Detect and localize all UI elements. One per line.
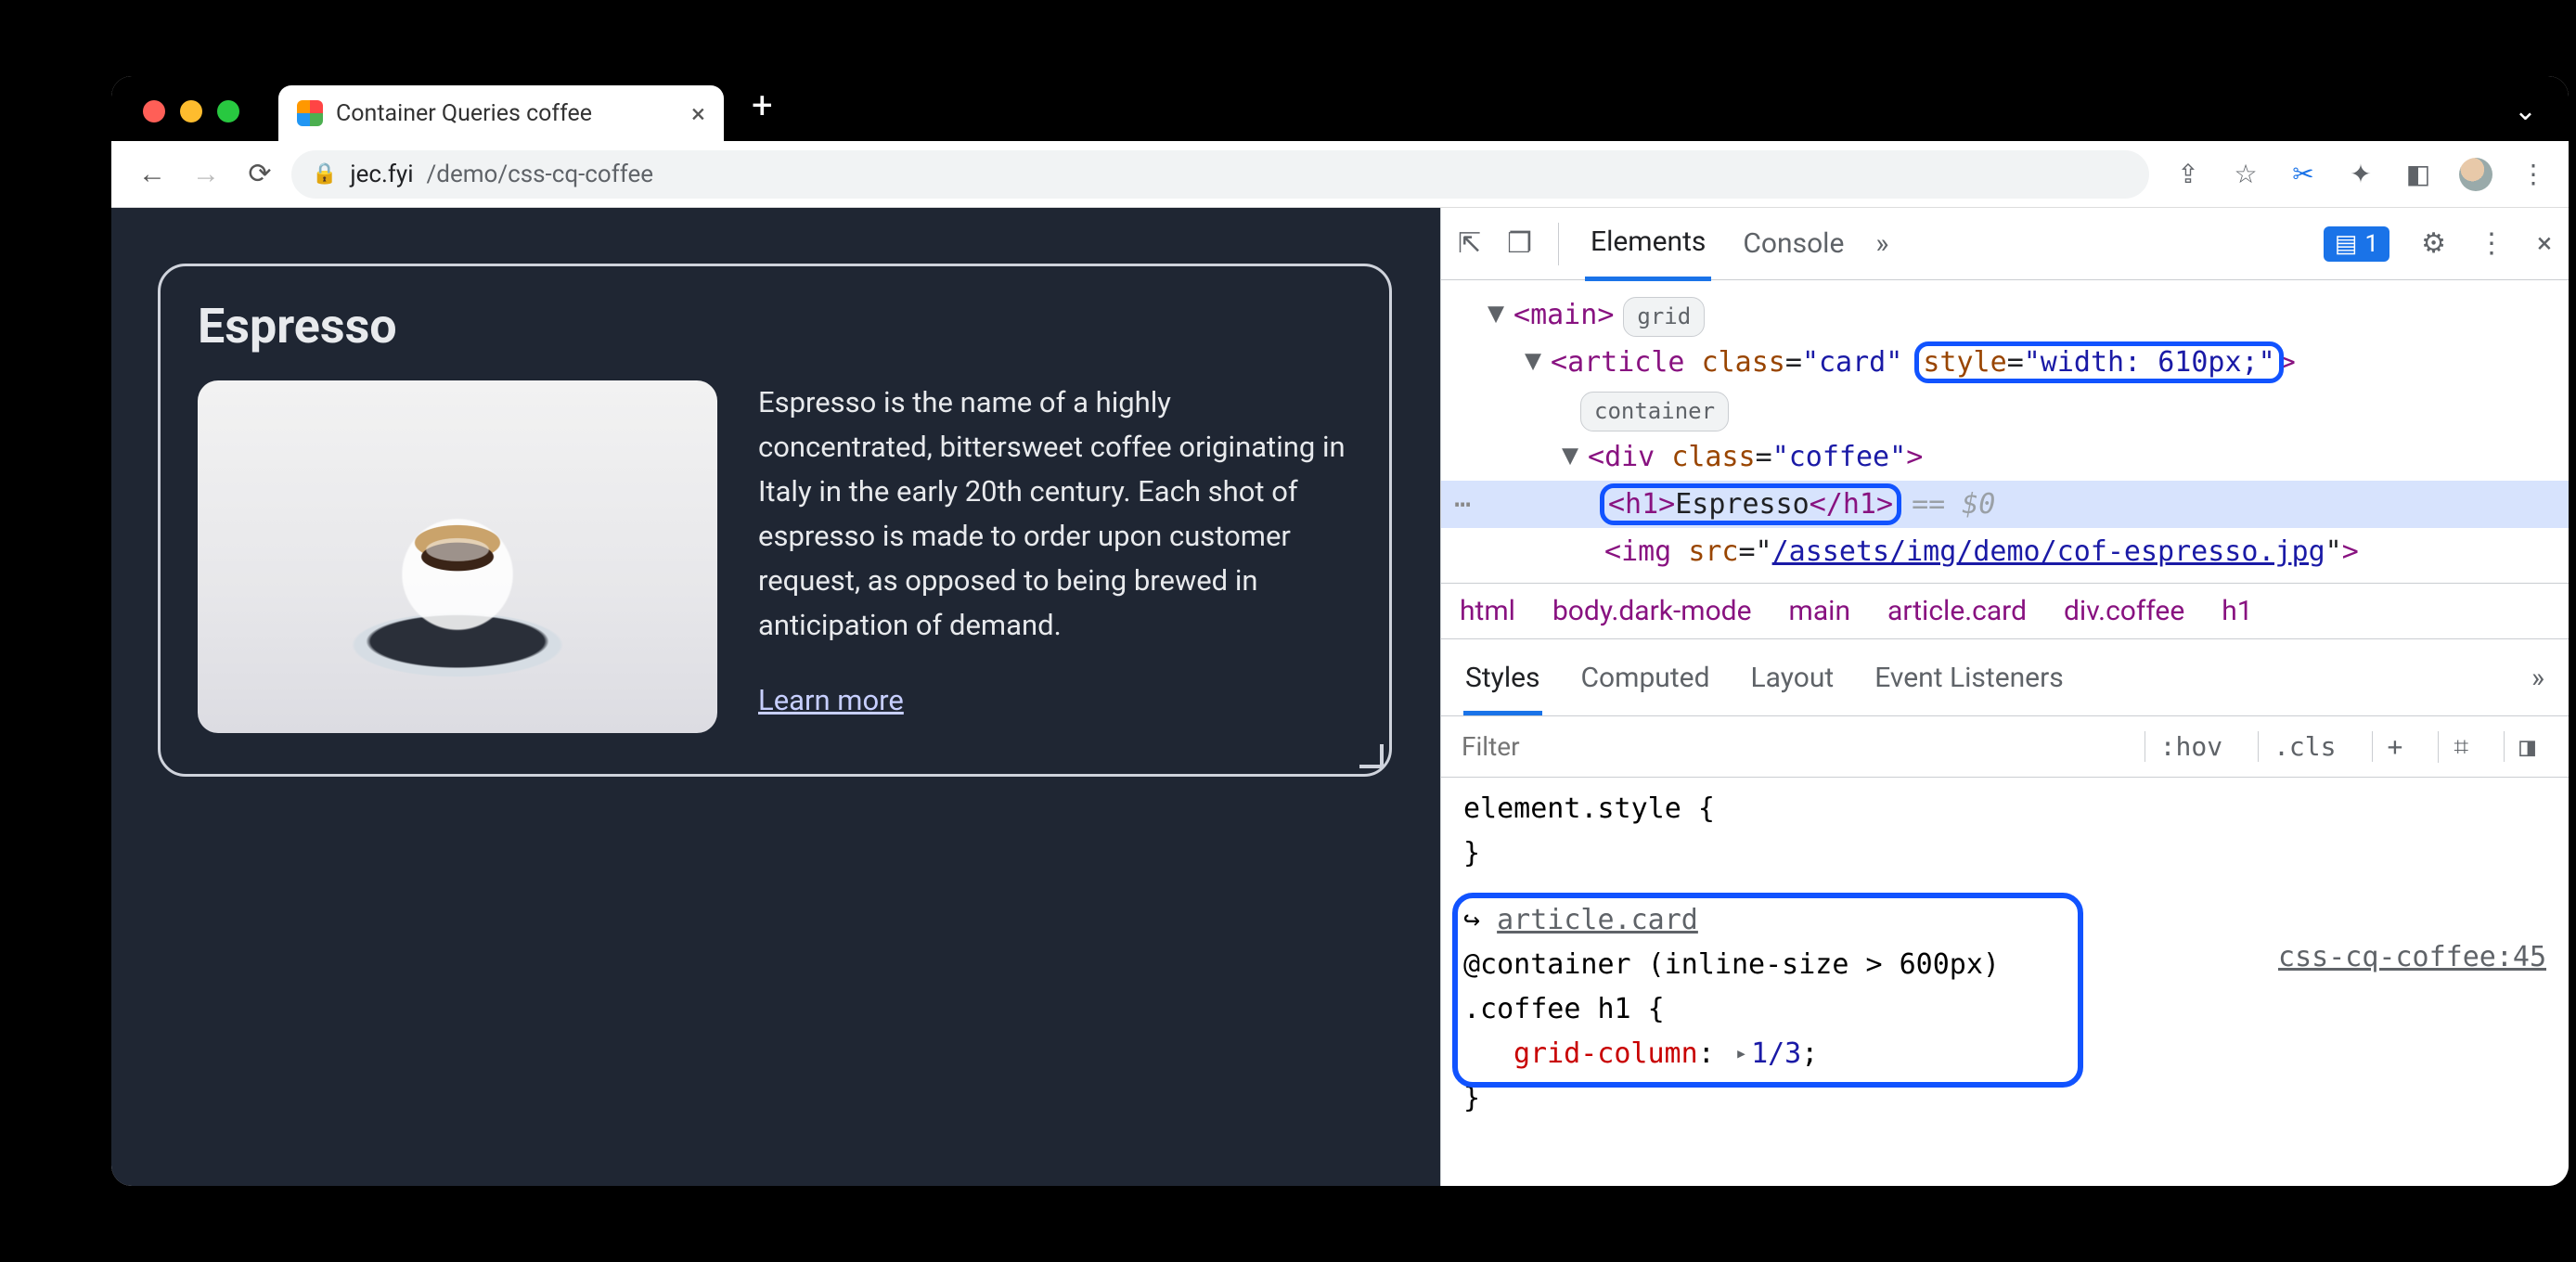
computed-toggle-icon[interactable]: ◨ bbox=[2504, 731, 2550, 762]
forward-button[interactable]: → bbox=[184, 152, 228, 197]
crumb[interactable]: div.coffee bbox=[2064, 595, 2184, 627]
devtools-panel: ⇱ ❐ Elements Console » ▤ 1 ⚙ ⋮ × bbox=[1440, 208, 2569, 1186]
issues-count: 1 bbox=[2364, 230, 2378, 258]
styles-filter-row: :hov .cls + ⌗ ◨ bbox=[1441, 716, 2569, 778]
subtab-computed[interactable]: Computed bbox=[1579, 652, 1712, 715]
crumb[interactable]: html bbox=[1460, 595, 1515, 627]
chat-icon: ▤ bbox=[2335, 230, 2358, 258]
tab-console[interactable]: Console bbox=[1737, 209, 1849, 278]
subtab-styles[interactable]: Styles bbox=[1463, 652, 1542, 715]
crumb[interactable]: article.card bbox=[1887, 595, 2027, 627]
dom-tree[interactable]: ▼<main>grid ▼<article class="card" style… bbox=[1441, 280, 2569, 583]
source-link[interactable]: css-cq-coffee:45 bbox=[2278, 935, 2546, 980]
img-src-link[interactable]: /assets/img/demo/cof-espresso.jpg bbox=[1772, 535, 2325, 568]
subtabs-overflow-icon[interactable]: » bbox=[2530, 652, 2546, 715]
styles-filter-input[interactable] bbox=[1441, 731, 2126, 762]
resize-handle-icon[interactable] bbox=[1359, 744, 1384, 768]
url-path: /demo/css-cq-coffee bbox=[427, 161, 654, 188]
coffee-image bbox=[198, 380, 717, 733]
container-origin-link[interactable]: article.card bbox=[1497, 904, 1698, 936]
page-viewport: Espresso Espresso is the name of a highl… bbox=[111, 208, 1440, 1186]
learn-more-link[interactable]: Learn more bbox=[758, 683, 1346, 717]
new-tab-button[interactable]: + bbox=[752, 87, 773, 130]
bookmark-icon[interactable]: ☆ bbox=[2229, 158, 2262, 191]
tabs-overflow-icon[interactable]: » bbox=[1875, 227, 1888, 260]
close-devtools-button[interactable]: × bbox=[2537, 227, 2552, 260]
cls-toggle[interactable]: .cls bbox=[2258, 731, 2351, 762]
styles-subtabs: Styles Computed Layout Event Listeners » bbox=[1441, 639, 2569, 716]
inspect-icon[interactable]: ⇱ bbox=[1458, 227, 1481, 260]
gear-icon[interactable]: ⚙ bbox=[2421, 227, 2446, 260]
scissors-icon[interactable]: ✂ bbox=[2286, 158, 2320, 191]
toolbar-actions: ⇪ ☆ ✂ ✦ ◧ ⋮ bbox=[2158, 158, 2550, 191]
back-button[interactable]: ← bbox=[130, 152, 174, 197]
menu-icon[interactable]: ⋮ bbox=[2517, 158, 2550, 191]
styles-pane[interactable]: element.style { } ↪ article.card @contai… bbox=[1441, 778, 2569, 1130]
close-window-button[interactable] bbox=[143, 100, 165, 122]
minimize-window-button[interactable] bbox=[180, 100, 202, 122]
tab-title: Container Queries coffee bbox=[336, 100, 592, 127]
devtools-tabs: ⇱ ❐ Elements Console » ▤ 1 ⚙ ⋮ × bbox=[1441, 208, 2569, 280]
lock-icon: 🔒 bbox=[312, 162, 337, 186]
browser-toolbar: ← → ⟳ 🔒 jec.fyi/demo/css-cq-coffee ⇪ ☆ ✂… bbox=[111, 141, 2569, 208]
device-toolbar-icon[interactable]: ❐ bbox=[1507, 227, 1532, 260]
hov-toggle[interactable]: :hov bbox=[2145, 731, 2237, 762]
share-icon[interactable]: ⇪ bbox=[2171, 158, 2205, 191]
tab-overflow-button[interactable]: ⌄ bbox=[2514, 95, 2537, 127]
address-bar[interactable]: 🔒 jec.fyi/demo/css-cq-coffee bbox=[291, 150, 2149, 199]
rule-element-style[interactable]: element.style { } bbox=[1463, 787, 2546, 876]
tab-elements[interactable]: Elements bbox=[1585, 207, 1711, 281]
subtab-layout[interactable]: Layout bbox=[1749, 652, 1836, 715]
dom-breadcrumbs[interactable]: html body.dark-mode main article.card di… bbox=[1441, 583, 2569, 639]
card-description: Espresso is the name of a highly concent… bbox=[758, 380, 1346, 648]
sidepanel-icon[interactable]: ◧ bbox=[2402, 158, 2435, 191]
close-tab-button[interactable]: × bbox=[691, 98, 705, 129]
crumb[interactable]: main bbox=[1789, 595, 1851, 627]
subtab-event-listeners[interactable]: Event Listeners bbox=[1873, 652, 2066, 715]
issues-badge[interactable]: ▤ 1 bbox=[2324, 226, 2389, 262]
selected-dom-node[interactable]: <h1>Espresso</h1>== $0 bbox=[1441, 481, 2569, 528]
browser-tab[interactable]: Container Queries coffee × bbox=[278, 85, 724, 141]
profile-avatar[interactable] bbox=[2459, 158, 2492, 191]
browser-window: Container Queries coffee × + ⌄ ← → ⟳ 🔒 j… bbox=[111, 76, 2569, 1186]
extensions-icon[interactable]: ✦ bbox=[2344, 158, 2377, 191]
url-host: jec.fyi bbox=[350, 161, 413, 188]
coffee-card: Espresso Espresso is the name of a highl… bbox=[158, 264, 1392, 777]
window-controls bbox=[143, 100, 239, 122]
maximize-window-button[interactable] bbox=[217, 100, 239, 122]
rule-container-query[interactable]: ↪ article.card @container (inline-size >… bbox=[1463, 898, 2546, 1121]
grid-badge[interactable]: grid bbox=[1623, 297, 1705, 337]
paint-icon[interactable]: ⌗ bbox=[2438, 731, 2483, 763]
tab-strip: Container Queries coffee × + ⌄ bbox=[111, 76, 2569, 141]
kebab-icon[interactable]: ⋮ bbox=[2478, 227, 2505, 260]
new-rule-button[interactable]: + bbox=[2372, 731, 2418, 762]
crumb[interactable]: h1 bbox=[2222, 595, 2252, 627]
container-badge[interactable]: container bbox=[1580, 392, 1729, 431]
card-title: Espresso bbox=[198, 298, 1346, 354]
favicon-icon bbox=[297, 100, 323, 126]
crumb[interactable]: body.dark-mode bbox=[1552, 595, 1752, 627]
reload-button[interactable]: ⟳ bbox=[238, 152, 282, 197]
